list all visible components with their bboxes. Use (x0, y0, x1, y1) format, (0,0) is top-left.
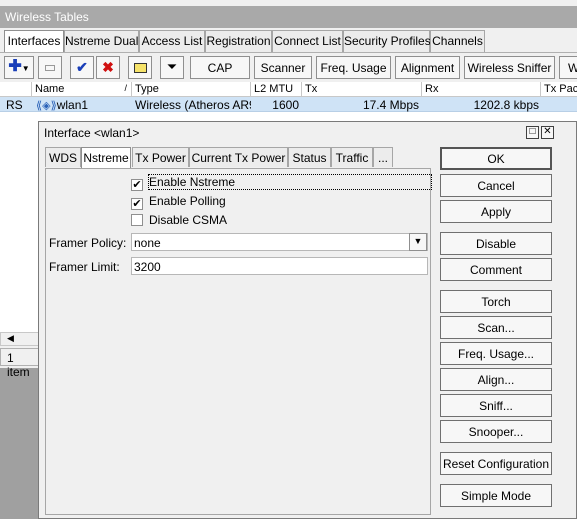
row-l2-mtu: 1600 (272, 98, 299, 112)
tab-traffic[interactable]: Traffic (331, 147, 373, 167)
wireless-sniffer-button[interactable]: Wireless Sniffer (464, 56, 555, 79)
column-rx[interactable]: Rx (422, 82, 541, 97)
close-icon: ✕ (543, 126, 552, 137)
disable-button[interactable]: ✖ (96, 56, 120, 79)
framer-limit-label: Framer Limit: (49, 260, 120, 274)
cap-button[interactable]: CAP (190, 56, 250, 79)
dropdown-arrow-icon: ▼ (413, 236, 423, 246)
row-type: Wireless (Atheros AR9... (135, 98, 251, 112)
checkbox-box: ✔ (131, 179, 143, 191)
tab-current-tx-power[interactable]: Current Tx Power (189, 147, 288, 167)
torch-button[interactable]: Torch (440, 290, 552, 313)
dialog-title: Interface <wlan1> (39, 122, 576, 144)
toolbar: ✚▼ ✔ ✖ ⏷ CAP Scanner Freq. Usage Alignme… (0, 52, 577, 82)
framer-limit-input[interactable]: 3200 (131, 257, 428, 275)
maximize-button[interactable]: □ (526, 126, 539, 139)
framer-limit-value: 3200 (134, 260, 161, 274)
tab-more[interactable]: ... (373, 147, 393, 167)
ok-button[interactable]: OK (440, 147, 552, 170)
filter-icon: ⏷ (166, 59, 178, 74)
plus-icon: ✚ (8, 58, 22, 75)
tab-nstreme[interactable]: Nstreme (81, 147, 131, 169)
interface-dialog: Interface <wlan1> □ ✕ WDS Nstreme Tx Pow… (38, 121, 577, 519)
filter-button[interactable]: ⏷ (160, 56, 184, 79)
column-type[interactable]: Type (132, 82, 251, 97)
item-count: 1 item (0, 348, 40, 379)
apply-button[interactable]: Apply (440, 200, 552, 223)
comment-button[interactable] (128, 56, 152, 79)
framer-policy-label: Framer Policy: (49, 236, 127, 250)
enable-polling-checkbox[interactable]: ✔ Enable Polling (131, 194, 226, 210)
dropdown-button[interactable]: ▼ (409, 233, 427, 251)
scanner-button[interactable]: Scanner (254, 56, 312, 79)
row-rx: 1202.8 kbps (473, 98, 539, 112)
maximize-icon: □ (529, 126, 536, 137)
scan-button[interactable]: Scan... (440, 316, 552, 339)
freq-usage-dialog-button[interactable]: Freq. Usage... (440, 342, 552, 365)
row-flags: RS (6, 98, 23, 112)
dropdown-arrow-icon: ▼ (21, 64, 30, 73)
horizontal-scrollbar[interactable]: ◀ (0, 332, 40, 346)
wireless-interface-icon: ⟪◈⟫ (36, 100, 57, 112)
tab-nstreme-dual[interactable]: Nstreme Dual (64, 30, 139, 52)
scroll-left-icon[interactable]: ◀ (7, 333, 14, 344)
enable-nstreme-checkbox[interactable]: ✔ Enable Nstreme (131, 174, 433, 191)
tab-wds[interactable]: WDS (45, 147, 81, 167)
alignment-button[interactable]: Alignment (395, 56, 460, 79)
tab-interfaces[interactable]: Interfaces (4, 30, 64, 53)
nstreme-panel: ✔ Enable Nstreme ✔ Enable Polling Disable … (45, 168, 433, 515)
add-button[interactable]: ✚▼ (4, 56, 34, 79)
checkbox-label: Disable CSMA (149, 213, 228, 227)
tab-security-profiles[interactable]: Security Profiles (343, 30, 431, 52)
tab-bar: Interfaces Nstreme Dual Access List Regi… (0, 30, 577, 53)
cross-icon: ✖ (102, 59, 114, 75)
comment-button[interactable]: Comment (440, 258, 552, 281)
tab-channels[interactable]: Channels (430, 30, 485, 52)
checkbox-box: ✔ (131, 198, 143, 210)
freq-usage-button[interactable]: Freq. Usage (316, 56, 391, 79)
tab-connect-list[interactable]: Connect List (272, 30, 343, 52)
checkbox-box (131, 214, 143, 226)
align-button[interactable]: Align... (440, 368, 552, 391)
column-name[interactable]: Name / (32, 82, 132, 97)
table-header: Name / Type L2 MTU Tx Rx Tx Pac (0, 82, 577, 97)
framer-policy-select[interactable]: none ▼ (131, 233, 428, 251)
simple-mode-button[interactable]: Simple Mode (440, 484, 552, 507)
column-tx-packets[interactable]: Tx Pac (541, 82, 577, 97)
checkbox-label: Enable Nstreme (147, 174, 433, 190)
sort-icon: / (124, 83, 127, 93)
row-tx: 17.4 Mbps (362, 98, 419, 112)
note-icon (133, 63, 147, 73)
close-button[interactable]: ✕ (541, 126, 554, 139)
enable-button[interactable]: ✔ (70, 56, 94, 79)
column-flags[interactable] (0, 82, 32, 97)
tab-status[interactable]: Status (288, 147, 331, 167)
minus-icon (45, 65, 55, 71)
remove-button[interactable] (38, 56, 62, 79)
disable-button[interactable]: Disable (440, 232, 552, 255)
tab-access-list[interactable]: Access List (139, 30, 205, 52)
check-icon: ✔ (76, 59, 88, 75)
column-tx[interactable]: Tx (302, 82, 422, 97)
column-l2-mtu[interactable]: L2 MTU (251, 82, 302, 97)
row-name: ⟪◈⟫wlan1 (36, 98, 89, 112)
cancel-button[interactable]: Cancel (440, 174, 552, 197)
tab-registration[interactable]: Registration (205, 30, 272, 52)
sniff-button[interactable]: Sniff... (440, 394, 552, 417)
window-title: Wireless Tables (0, 6, 577, 28)
reset-configuration-button[interactable]: Reset Configuration (440, 452, 552, 475)
framer-policy-value: none (134, 236, 161, 250)
checkbox-label: Enable Polling (149, 194, 226, 208)
table-row[interactable]: RS ⟪◈⟫wlan1 Wireless (Atheros AR9... 160… (0, 97, 577, 112)
more-toolbar-button[interactable]: W (559, 56, 577, 79)
tab-tx-power[interactable]: Tx Power (132, 147, 189, 167)
snooper-button[interactable]: Snooper... (440, 420, 552, 443)
disable-csma-checkbox[interactable]: Disable CSMA (131, 213, 227, 229)
